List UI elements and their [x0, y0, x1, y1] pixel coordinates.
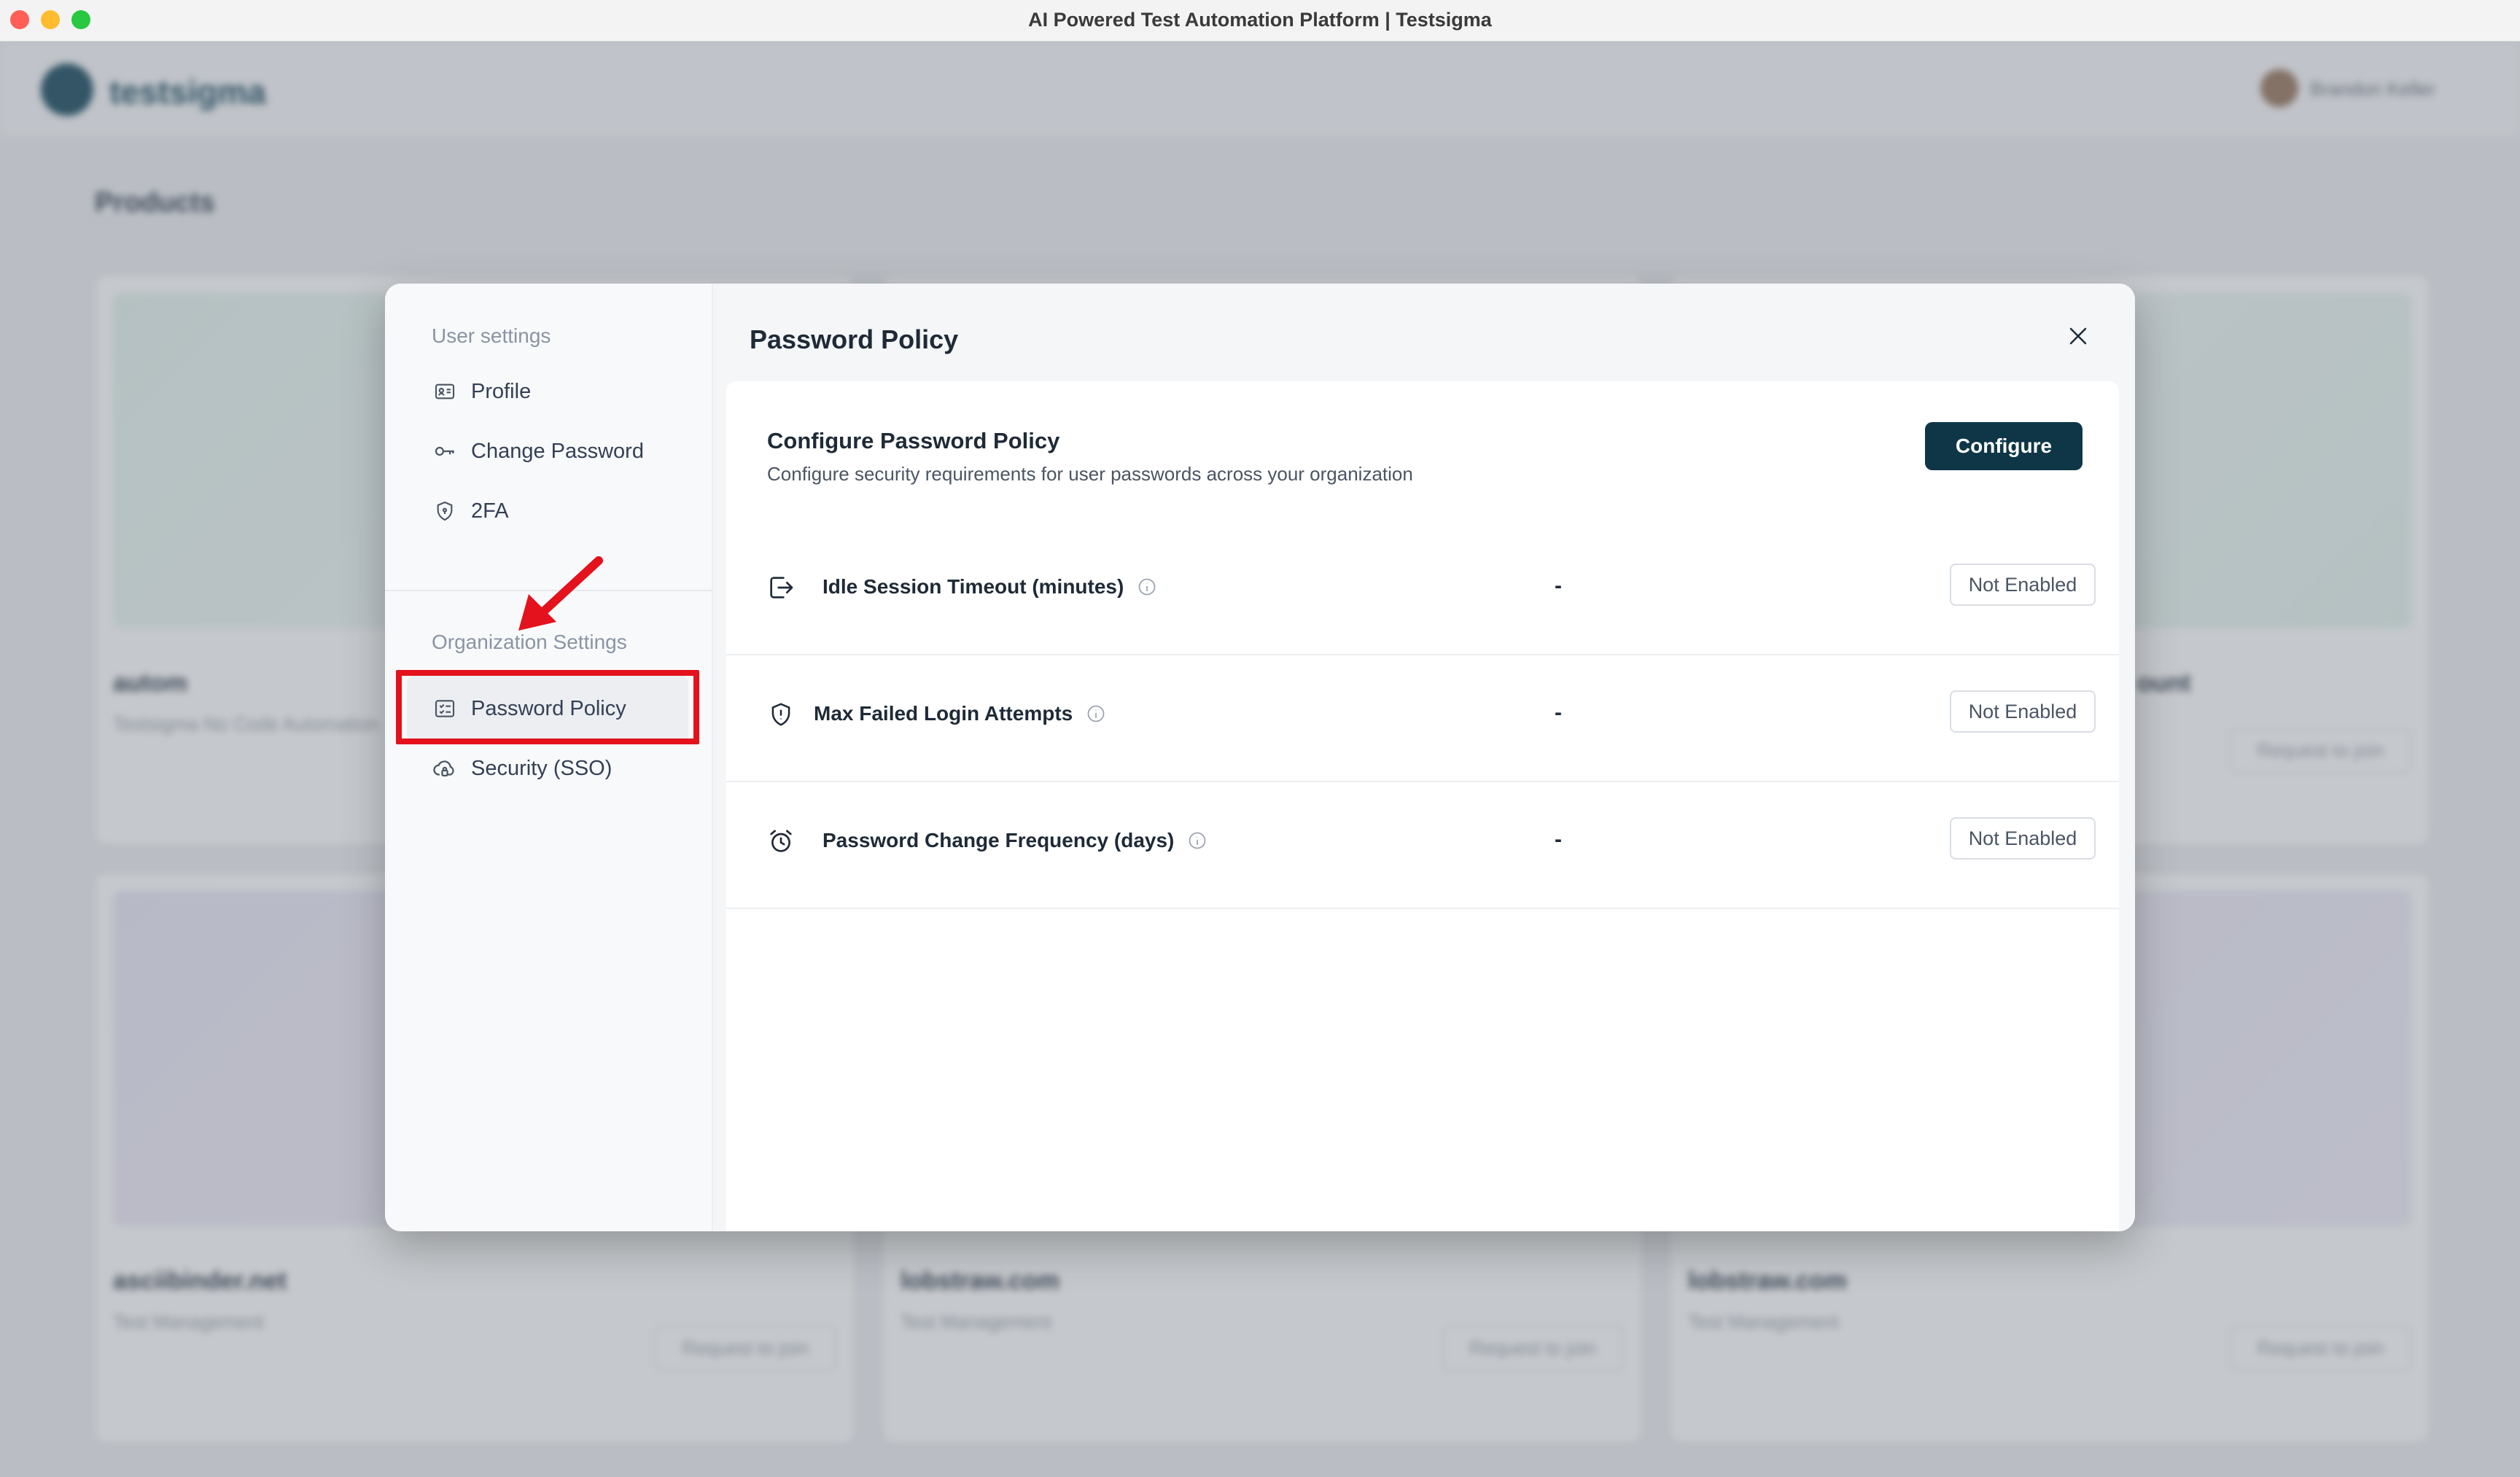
window-titlebar: AI Powered Test Automation Platform | Te…	[0, 0, 2520, 42]
sidebar-item-change-password[interactable]: Change Password	[432, 431, 644, 472]
policy-row-password-change-frequency: Password Change Frequency (days) - Not E…	[726, 781, 2119, 909]
shield-icon	[763, 696, 799, 733]
sidebar-item-label: Security (SSO)	[471, 756, 612, 780]
configure-description: Configure security requirements for user…	[767, 463, 1413, 485]
policy-row-value: -	[1555, 574, 1562, 598]
close-modal-button[interactable]	[2062, 320, 2094, 352]
organization-settings-heading: Organization Settings	[432, 631, 627, 653]
settings-content: Password Policy Configure Password Polic…	[713, 284, 2135, 1231]
info-icon[interactable]	[1137, 577, 1157, 597]
policy-row-label: Password Change Frequency (days)	[822, 829, 1208, 852]
info-icon[interactable]	[1187, 830, 1208, 851]
sidebar-item-label: Change Password	[471, 439, 644, 463]
password-policy-panel: Configure Password Policy Configure secu…	[726, 381, 2119, 1231]
status-badge: Not Enabled	[1950, 817, 2096, 860]
sidebar-item-2fa[interactable]: 2FA	[432, 491, 509, 531]
annotation-arrow-icon	[518, 556, 603, 631]
status-badge: Not Enabled	[1950, 690, 2096, 733]
info-icon[interactable]	[1086, 704, 1106, 724]
key-icon	[432, 438, 458, 464]
window-title: AI Powered Test Automation Platform | Te…	[1028, 9, 1492, 31]
sidebar-item-security-sso[interactable]: Security (SSO)	[432, 748, 612, 789]
logout-icon	[763, 569, 799, 606]
settings-sidebar: User settings Profile Change Password 2F…	[385, 284, 713, 1231]
policy-row-value: -	[1555, 701, 1562, 725]
sidebar-item-label: 2FA	[471, 499, 509, 523]
shield-icon	[432, 498, 458, 524]
highlight-box	[396, 670, 699, 744]
sidebar-item-profile[interactable]: Profile	[432, 371, 531, 412]
policy-row-idle-timeout: Idle Session Timeout (minutes) - Not Ena…	[726, 527, 2119, 655]
configure-button[interactable]: Configure	[1925, 422, 2082, 470]
page-title: Password Policy	[750, 324, 959, 354]
close-icon	[2069, 327, 2087, 345]
policy-row-max-failed-logins: Max Failed Login Attempts - Not Enabled	[726, 654, 2119, 782]
configure-title: Configure Password Policy	[767, 428, 1060, 453]
id-card-icon	[432, 378, 458, 405]
alarm-clock-icon	[763, 823, 799, 860]
policy-row-label: Max Failed Login Attempts	[814, 702, 1106, 725]
sidebar-item-label: Profile	[471, 379, 532, 403]
user-settings-heading: User settings	[432, 324, 551, 347]
cloud-lock-icon	[432, 755, 458, 782]
settings-modal: User settings Profile Change Password 2F…	[385, 284, 2135, 1231]
status-badge: Not Enabled	[1950, 564, 2096, 606]
policy-row-value: -	[1555, 827, 1562, 851]
policy-row-label: Idle Session Timeout (minutes)	[822, 575, 1157, 599]
